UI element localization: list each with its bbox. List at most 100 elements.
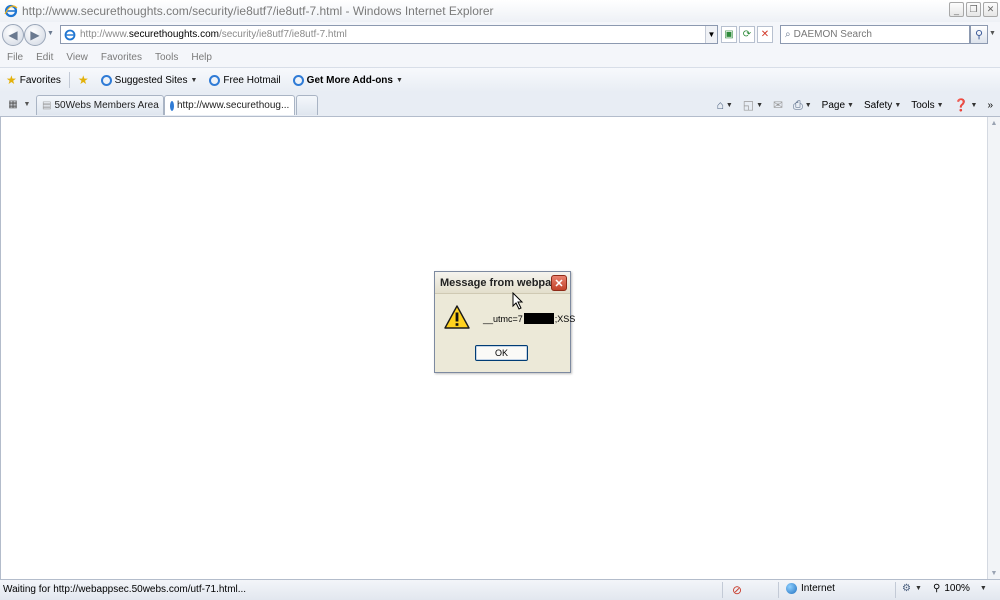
favorites-button[interactable]: ★ Favorites: [0, 73, 67, 87]
search-button[interactable]: ⚲: [970, 25, 988, 44]
scroll-down-arrow[interactable]: ▼: [988, 567, 1000, 579]
alert-dialog: Message from webpage ✕ __utmc=7 ;XSS OK: [434, 271, 575, 373]
page-icon: ▤: [42, 100, 52, 111]
home-button[interactable]: ⌂ ▼: [714, 98, 736, 112]
chevron-down-icon: ▼: [190, 76, 198, 84]
chevron-down-icon: ▼: [725, 101, 733, 109]
zoom-control[interactable]: ⚲ 100% ▼: [933, 583, 987, 594]
divider: [895, 582, 896, 598]
protected-mode-icon: ⚙: [902, 583, 911, 594]
menu-favorites[interactable]: Favorites: [101, 52, 142, 63]
add-to-favorites-bar-button[interactable]: ★: [72, 73, 95, 87]
double-chevron-icon: »: [987, 99, 993, 111]
message-prefix: __utmc=7: [483, 313, 523, 324]
tab-50webs[interactable]: ▤ 50Webs Members Area: [36, 95, 164, 115]
chevron-down-icon: ▼: [894, 101, 902, 109]
chevron-down-icon: ▼: [936, 101, 944, 109]
search-options-dropdown[interactable]: ▼: [989, 30, 996, 37]
command-bar: ⌂ ▼ ◱ ▼ ✉ ⎙ ▼ Page ▼ Safety ▼ Tools ▼ ❓ ▼ »: [714, 96, 1000, 114]
warning-icon: [444, 305, 470, 329]
chevron-down-icon: ▼: [395, 76, 403, 84]
chevron-down-icon: ▼: [804, 101, 812, 109]
dialog-title: Message from webpage: [435, 272, 570, 294]
page-menu[interactable]: Page ▼: [819, 100, 857, 111]
print-button[interactable]: ⎙ ▼: [790, 98, 815, 113]
scroll-up-arrow[interactable]: ▲: [988, 117, 1000, 129]
window-titlebar: http://www.securethoughts.com/security/i…: [0, 0, 1000, 22]
redacted-block: [523, 313, 554, 324]
address-dropdown[interactable]: ▼: [705, 26, 717, 43]
new-tab-button[interactable]: [296, 95, 318, 115]
protected-mode-button[interactable]: ⚙ ▼: [902, 583, 922, 594]
safety-menu-label: Safety: [863, 99, 893, 111]
quick-tabs-button[interactable]: ▦: [6, 96, 20, 113]
close-icon: ✕: [554, 277, 564, 290]
chevron-down-icon: ▼: [970, 101, 978, 109]
close-window-button[interactable]: ✕: [983, 2, 998, 17]
mouse-cursor-icon: [512, 292, 524, 310]
more-commands-button[interactable]: »: [984, 100, 996, 111]
address-bar[interactable]: http://www.securethoughts.com/security/i…: [60, 25, 718, 44]
vertical-scrollbar[interactable]: ▲ ▼: [987, 117, 1000, 579]
free-hotmail-link[interactable]: Free Hotmail: [203, 74, 286, 86]
back-button[interactable]: ◀: [2, 24, 24, 46]
zone-label: Internet: [801, 583, 835, 594]
read-mail-button[interactable]: ✉: [770, 98, 786, 112]
zoom-icon: ⚲: [933, 583, 941, 594]
maximize-button[interactable]: ❐: [966, 2, 981, 17]
compatibility-view-button[interactable]: ▣: [721, 26, 737, 43]
menu-file[interactable]: File: [7, 52, 23, 63]
chevron-down-icon: ▼: [756, 101, 764, 109]
page-icon: [64, 29, 76, 40]
suggested-sites-label: Suggested Sites: [114, 74, 188, 86]
zoom-level: 100%: [944, 583, 970, 594]
suggested-sites-link[interactable]: Suggested Sites ▼: [95, 74, 204, 86]
mail-icon: ✉: [773, 98, 784, 112]
add-favorite-icon: ★: [77, 73, 89, 87]
tools-menu-label: Tools: [911, 99, 935, 111]
chevron-down-icon: ▼: [847, 101, 854, 109]
ie-page-icon: [100, 74, 112, 86]
printer-icon: ⎙: [793, 97, 803, 112]
popup-blocker-icon[interactable]: ⊘: [732, 583, 742, 597]
divider: [722, 582, 723, 598]
stop-icon: ✕: [760, 29, 770, 40]
forward-button[interactable]: ▶: [24, 24, 46, 46]
tools-menu[interactable]: Tools ▼: [908, 100, 946, 111]
address-toolbar: ◀ ▶ ▼ http://www.securethoughts.com/secu…: [0, 22, 1000, 48]
refresh-button[interactable]: ⟳: [739, 26, 755, 43]
chevron-down-icon: ▼: [979, 585, 987, 592]
favorites-bar: ★ Favorites ★ Suggested Sites ▼ Free Hot…: [0, 67, 1000, 92]
recent-pages-dropdown[interactable]: ▼: [47, 30, 54, 37]
feeds-button[interactable]: ◱ ▼: [740, 98, 766, 112]
message-suffix: ;XSS: [554, 313, 576, 324]
back-arrow-icon: ◀: [8, 28, 18, 42]
rss-icon: ◱: [742, 98, 755, 112]
help-icon: ❓: [953, 98, 969, 112]
tab-securethoughts[interactable]: http://www.securethoug... ✕: [164, 95, 295, 115]
safety-menu[interactable]: Safety ▼: [861, 100, 904, 111]
ie-icon: [4, 4, 18, 18]
help-menu[interactable]: ❓ ▼: [951, 98, 981, 112]
favorites-label: Favorites: [19, 74, 61, 86]
home-icon: ⌂: [716, 98, 724, 112]
tab-label: 50Webs Members Area: [54, 100, 159, 111]
window-controls: _ ❐ ✕: [949, 2, 998, 17]
window-title: http://www.securethoughts.com/security/i…: [22, 4, 494, 18]
star-icon: ★: [6, 73, 17, 87]
dialog-close-button[interactable]: ✕: [551, 275, 567, 291]
tab-list-dropdown[interactable]: ▼: [22, 96, 32, 113]
menu-tools[interactable]: Tools: [155, 52, 178, 63]
menu-bar: File Edit View Favorites Tools Help: [0, 48, 1000, 67]
search-input[interactable]: ⌕ DAEMON Search: [780, 25, 970, 44]
menu-help[interactable]: Help: [191, 52, 212, 63]
tab-bar: ▦ ▼ ▤ 50Webs Members Area http://www.sec…: [0, 92, 1000, 117]
stop-button[interactable]: ✕: [757, 26, 773, 43]
ok-button[interactable]: OK: [475, 345, 528, 361]
get-addons-link[interactable]: Get More Add-ons ▼: [287, 74, 409, 86]
search-placeholder: DAEMON Search: [793, 29, 872, 40]
minimize-button[interactable]: _: [949, 2, 964, 17]
security-zone[interactable]: Internet: [786, 583, 835, 594]
menu-edit[interactable]: Edit: [36, 52, 53, 63]
menu-view[interactable]: View: [66, 52, 88, 63]
